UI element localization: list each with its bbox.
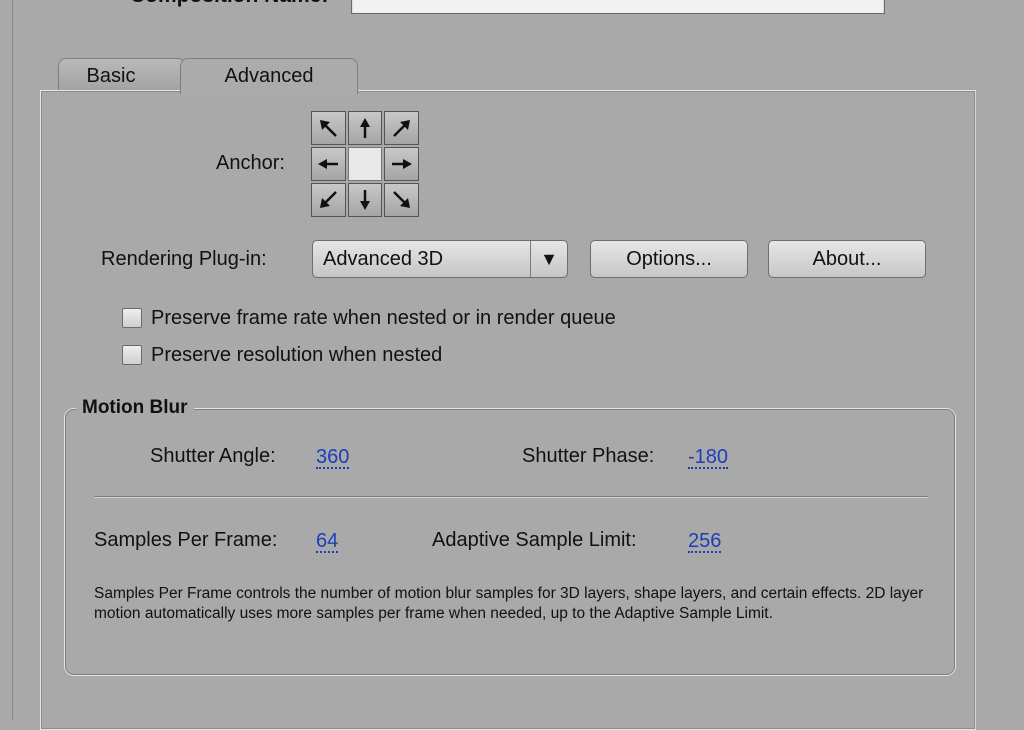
dropdown-arrow-icon: ▼: [530, 241, 567, 277]
anchor-nw-button[interactable]: [311, 111, 346, 145]
preserve-frame-rate-checkbox[interactable]: [122, 308, 142, 328]
arrow-n-icon: [359, 118, 370, 138]
about-button[interactable]: About...: [768, 240, 926, 278]
motion-blur-separator: [94, 496, 928, 498]
preserve-resolution-label: Preserve resolution when nested: [151, 343, 443, 366]
arrow-w-icon: [318, 159, 339, 169]
arrow-nw-icon: [320, 120, 338, 137]
preserve-resolution-row[interactable]: Preserve resolution when nested: [122, 342, 442, 368]
anchor-n-button[interactable]: [347, 111, 383, 145]
anchor-grid: [311, 111, 419, 217]
anchor-w-button[interactable]: [311, 147, 346, 181]
window-left-edge: [12, 0, 13, 720]
samples-per-frame-value[interactable]: 64: [316, 531, 339, 553]
anchor-label: Anchor:: [216, 152, 285, 174]
shutter-angle-label: Shutter Angle:: [150, 445, 276, 467]
anchor-sw-button[interactable]: [311, 183, 346, 217]
composition-name-input[interactable]: [351, 0, 885, 14]
samples-per-frame-label: Samples Per Frame:: [94, 529, 278, 551]
composition-name-label: Composition Name:: [130, 0, 328, 8]
arrow-se-icon: [392, 191, 410, 208]
preserve-frame-rate-row[interactable]: Preserve frame rate when nested or in re…: [122, 305, 616, 331]
shutter-angle-value[interactable]: 360: [316, 447, 350, 469]
preserve-frame-rate-label: Preserve frame rate when nested or in re…: [151, 306, 616, 329]
adaptive-sample-limit-value[interactable]: 256: [688, 531, 722, 553]
anchor-e-button[interactable]: [384, 147, 419, 181]
motion-blur-title: Motion Blur: [76, 397, 194, 419]
adaptive-sample-limit-label: Adaptive Sample Limit:: [432, 529, 637, 551]
motion-blur-help-text: Samples Per Frame controls the number of…: [94, 585, 924, 622]
arrow-s-icon: [359, 190, 370, 210]
rendering-plugin-select[interactable]: Advanced 3D ▼: [312, 240, 568, 278]
tab-basic[interactable]: Basic: [58, 58, 186, 92]
tab-advanced[interactable]: Advanced: [180, 58, 358, 94]
anchor-se-button[interactable]: [384, 183, 419, 217]
arrow-ne-icon: [392, 120, 410, 137]
anchor-center-button[interactable]: [347, 147, 383, 181]
options-button[interactable]: Options...: [590, 240, 748, 278]
shutter-phase-label: Shutter Phase:: [522, 445, 655, 467]
anchor-s-button[interactable]: [347, 183, 383, 217]
preserve-resolution-checkbox[interactable]: [122, 345, 142, 365]
rendering-plugin-label: Rendering Plug-in:: [101, 248, 267, 270]
anchor-ne-button[interactable]: [384, 111, 419, 145]
arrow-sw-icon: [320, 191, 338, 208]
arrow-e-icon: [391, 159, 412, 169]
rendering-plugin-value: Advanced 3D: [323, 248, 444, 270]
shutter-phase-value[interactable]: -180: [688, 447, 729, 469]
